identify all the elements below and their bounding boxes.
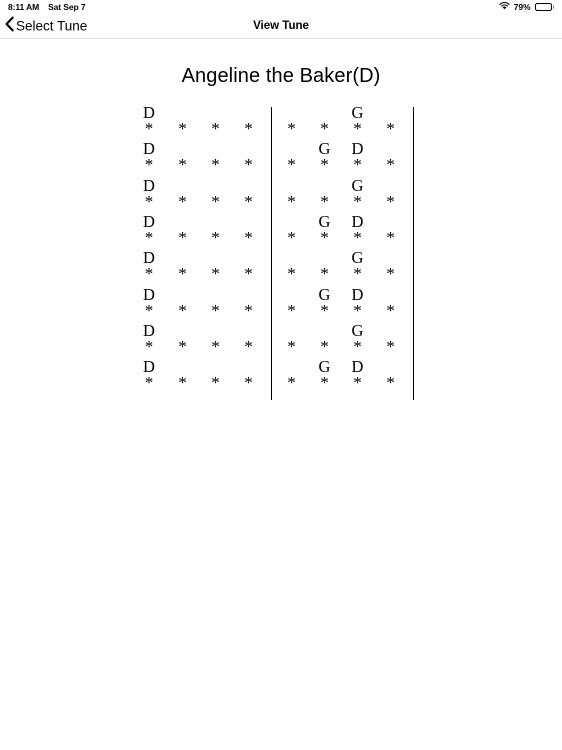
back-button[interactable]: Select Tune — [5, 16, 88, 36]
beat-marker: * — [178, 300, 187, 320]
beat-marker: * — [353, 373, 362, 393]
battery-cap — [552, 5, 554, 9]
beat-marker: * — [144, 373, 154, 393]
beat-marker: * — [178, 264, 187, 284]
beat-marker: * — [211, 155, 220, 175]
beat-marker: * — [144, 119, 154, 138]
beat-marker: * — [287, 155, 296, 175]
beat-marker: * — [353, 191, 362, 211]
beat-marker: * — [178, 155, 187, 175]
beat-marker: * — [244, 373, 253, 393]
beat-marker: * — [287, 336, 296, 356]
status-bar-left: 8:11 AM Sat Sep 7 — [8, 2, 86, 12]
beat-marker: * — [211, 191, 220, 211]
chord-chart-row: D G * * * * * * * * — [136, 177, 426, 213]
beat-marker: * — [178, 119, 187, 138]
beat-marker: * — [211, 336, 220, 356]
beat-marker: * — [287, 191, 296, 211]
beat-marker: * — [386, 119, 395, 138]
beat-marker: * — [386, 191, 395, 211]
beat-marker: * — [244, 119, 253, 138]
beat-marker: * — [244, 300, 253, 320]
status-bar: 8:11 AM Sat Sep 7 79% — [0, 0, 562, 14]
beat-marker: * — [144, 191, 154, 211]
chord-chart-row: D G * * * * * * * * — [136, 249, 426, 285]
beat-marker: * — [287, 373, 296, 393]
tune-title: Angeline the Baker(D) — [181, 65, 381, 87]
measure-bar-line-end — [412, 107, 414, 400]
beat-marker: * — [386, 373, 395, 393]
beat-marker: * — [144, 264, 154, 284]
beat-marker: * — [320, 336, 329, 356]
beat-marker: * — [244, 336, 253, 356]
beat-marker: * — [320, 373, 329, 393]
chord-chart-row: D G D * * * * * * * * — [136, 213, 426, 249]
chord-label: G — [318, 284, 331, 304]
beat-marker: * — [353, 155, 362, 175]
battery-icon — [534, 2, 554, 12]
beat-marker: * — [178, 373, 187, 393]
chord-chart-grid: D G * * * * * * * * D G D * * * * * * * * D G * * * * * * * * D G D * * * * * *… — [136, 104, 426, 404]
status-bar-right: 79% — [499, 2, 554, 12]
beat-marker: * — [178, 191, 187, 211]
beat-marker: * — [287, 300, 296, 320]
beat-marker: * — [211, 264, 220, 284]
beat-marker: * — [211, 119, 220, 138]
beat-marker: * — [287, 119, 296, 138]
navigation-bar: Select Tune View Tune — [0, 14, 562, 39]
chord-chart-row: D G * * * * * * * * — [136, 104, 426, 140]
measure-bar-line-middle — [270, 107, 272, 400]
beat-marker: * — [320, 119, 329, 138]
beat-marker: * — [211, 227, 220, 247]
beat-marker: * — [320, 155, 329, 175]
beat-marker: * — [287, 264, 296, 284]
beat-marker: * — [320, 227, 329, 247]
beat-marker: * — [353, 119, 362, 138]
beat-marker: * — [320, 264, 329, 284]
beat-marker: * — [244, 155, 253, 175]
beat-marker: * — [244, 264, 253, 284]
beat-marker: * — [287, 227, 296, 247]
chord-chart-row: D G D * * * * * * * * — [136, 140, 426, 176]
beat-marker: * — [144, 300, 154, 320]
chord-chart-row: D G * * * * * * * * — [136, 322, 426, 358]
beat-marker: * — [386, 336, 395, 356]
beat-marker: * — [244, 227, 253, 247]
beat-marker: * — [320, 300, 329, 320]
battery-body — [534, 2, 552, 12]
beat-marker: * — [244, 191, 253, 211]
beat-marker: * — [353, 227, 362, 247]
status-date: Sat Sep 7 — [48, 2, 86, 12]
chord-label: D — [143, 284, 155, 304]
status-time: 8:11 AM — [8, 2, 40, 12]
beat-marker: * — [211, 300, 220, 320]
beat-marker: * — [144, 155, 154, 175]
chord-label: D — [351, 284, 364, 304]
beat-marker: * — [386, 227, 395, 247]
chevron-left-icon — [5, 16, 14, 35]
beat-marker: * — [144, 227, 154, 247]
beat-marker: * — [386, 264, 395, 284]
beat-marker: * — [353, 264, 362, 284]
chord-chart-row: D G D * * * * * * * * — [136, 358, 426, 394]
beat-marker: * — [320, 191, 329, 211]
battery-percent-label: 79% — [513, 2, 531, 12]
chord-chart: D G * * * * * * * * D G D * * * * * * * * D G * * * * * * * * D G D * * * * * *… — [136, 104, 426, 404]
beat-marker: * — [386, 300, 395, 320]
beat-marker: * — [144, 336, 154, 356]
beat-marker: * — [178, 336, 187, 356]
beat-marker: * — [386, 155, 395, 175]
beat-marker: * — [353, 336, 362, 356]
beat-marker: * — [211, 373, 220, 393]
back-button-label: Select Tune — [16, 18, 88, 34]
wifi-icon — [499, 2, 510, 12]
beat-marker: * — [353, 300, 362, 320]
chord-chart-row: D G D * * * * * * * * — [136, 286, 426, 322]
beat-marker: * — [178, 227, 187, 247]
